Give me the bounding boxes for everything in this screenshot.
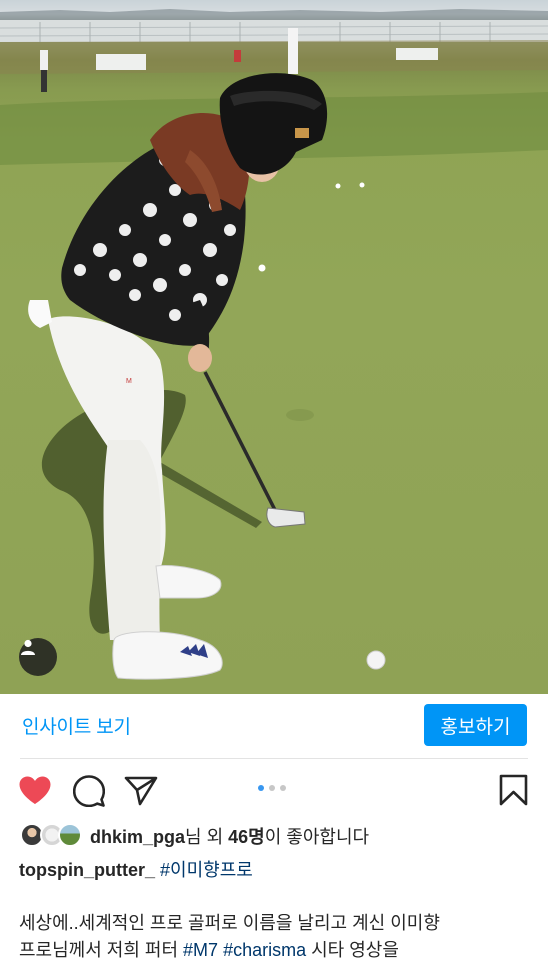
avatar	[58, 823, 82, 847]
bookmark-icon[interactable]	[499, 774, 528, 806]
likes-suffix: 이 좋아합니다	[264, 827, 370, 847]
liker-username[interactable]: dhkim_pga	[90, 827, 185, 847]
caption-line-prefix: 프로님께서 저희 퍼터	[19, 940, 184, 960]
insights-row: 인사이트 보기 홍보하기	[0, 694, 548, 756]
divider	[20, 758, 528, 759]
liker-avatars	[20, 823, 86, 849]
caption-line: 세상에..세계적인 프로 골퍼로 이름을 날리고 계신 이미향	[19, 913, 440, 933]
caption-line-suffix: 시타 영상을	[306, 940, 399, 960]
caption-hashtag-m7[interactable]: #M7	[183, 940, 218, 960]
caption-hashtag-charisma[interactable]: #charisma	[223, 940, 306, 960]
photo-illustration: M	[0, 9, 548, 680]
likes-count[interactable]: 46명	[228, 827, 265, 847]
likes-text: dhkim_pga님 외 46명이 좋아합니다	[90, 823, 369, 849]
caption-header: topspin_putter_ #이미향프로	[19, 856, 253, 882]
post-photo[interactable]: M	[0, 0, 548, 694]
promote-button[interactable]: 홍보하기	[424, 704, 527, 746]
carousel-dot-active	[258, 785, 264, 791]
comment-icon[interactable]	[73, 775, 105, 807]
heart-filled-icon[interactable]	[18, 775, 52, 805]
likes-summary[interactable]: dhkim_pga님 외 46명이 좋아합니다	[20, 823, 369, 849]
send-icon[interactable]	[124, 776, 158, 806]
caption-text: 세상에..세계적인 프로 골퍼로 이름을 날리고 계신 이미향 프로님께서 저희…	[19, 910, 539, 960]
caption-hashtag[interactable]: #이미향프로	[160, 860, 253, 880]
user-tags-button[interactable]	[19, 638, 57, 676]
caption-username[interactable]: topspin_putter_	[19, 860, 155, 880]
carousel-dot	[280, 785, 286, 791]
user-tag-icon	[21, 639, 35, 655]
svg-text:M: M	[126, 378, 132, 385]
carousel-dot	[269, 785, 275, 791]
caption-line: 프로님께서 저희 퍼터 #M7 #charisma 시타 영상을	[19, 937, 539, 960]
likes-middle: 님 외	[185, 827, 229, 847]
view-insights-link[interactable]: 인사이트 보기	[22, 712, 131, 739]
carousel-indicator	[258, 785, 286, 791]
